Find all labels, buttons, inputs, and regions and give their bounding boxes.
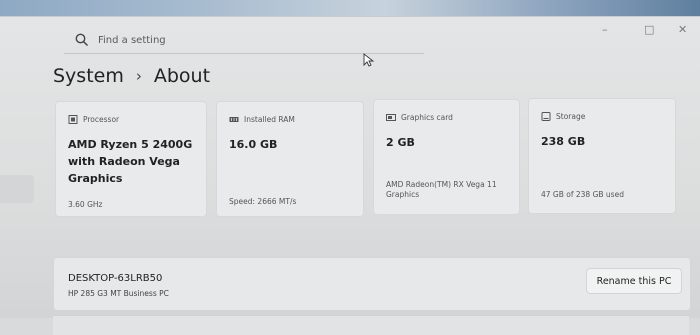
maximize-button[interactable]: □	[644, 23, 654, 36]
search-icon	[75, 33, 89, 47]
close-button[interactable]: ✕	[678, 23, 687, 36]
storage-label: Storage	[556, 112, 586, 121]
graphics-label: Graphics card	[401, 113, 453, 122]
processor-header: Processor	[68, 115, 119, 124]
graphics-value-line: 2 GB	[386, 136, 415, 149]
graphics-card-icon	[386, 114, 396, 121]
device-name-panel: DESKTOP-63LRB50 HP 285 G3 MT Business PC…	[53, 257, 691, 311]
breadcrumb-system[interactable]: System	[53, 65, 124, 87]
navigation-edge	[0, 175, 34, 203]
rename-pc-button[interactable]: Rename this PC	[586, 268, 682, 294]
minimize-button[interactable]: –	[602, 23, 608, 36]
storage-value-line: 238 GB	[541, 135, 586, 148]
storage-card: Storage 238 GB 47 GB of 238 GB used	[528, 98, 676, 214]
settings-window: Find a setting – □ ✕ System › About Proc…	[0, 16, 700, 335]
graphics-card: Graphics card 2 GB AMD Radeon(TM) RX Veg…	[373, 99, 520, 215]
breadcrumb: System › About	[53, 65, 210, 87]
device-model: HP 285 G3 MT Business PC	[68, 289, 169, 298]
graphics-value: 2 GB	[386, 134, 415, 151]
ram-card: Installed RAM 16.0 GB Speed: 2666 MT/s	[216, 101, 364, 217]
storage-header: Storage	[541, 112, 585, 121]
breadcrumb-separator: ›	[135, 67, 142, 85]
processor-value-line: Graphics	[68, 172, 123, 185]
storage-value: 238 GB	[541, 133, 585, 150]
processor-label: Processor	[83, 115, 120, 124]
processor-value: AMD Ryzen 5 2400G with Radeon Vega Graph…	[68, 136, 192, 187]
graphics-name-line: AMD Radeon(TM) RX Vega 11	[386, 180, 497, 189]
processor-value-line: with Radeon Vega	[68, 155, 180, 168]
storage-icon	[541, 112, 551, 121]
graphics-name: AMD Radeon(TM) RX Vega 11 Graphics	[386, 180, 497, 200]
graphics-name-line: Graphics	[386, 190, 420, 199]
page-title: About	[153, 65, 211, 87]
next-section-panel	[53, 315, 689, 335]
storage-usage: 47 GB of 238 GB used	[541, 190, 624, 199]
processor-speed: 3.60 GHz	[68, 200, 103, 209]
processor-icon	[68, 115, 78, 124]
ram-icon	[229, 117, 239, 122]
search-input[interactable]: Find a setting	[98, 35, 166, 46]
search-box[interactable]: Find a setting	[64, 27, 424, 54]
ram-header: Installed RAM	[229, 115, 295, 124]
mouse-cursor-icon	[363, 53, 375, 67]
ram-label: Installed RAM	[244, 115, 295, 124]
processor-card: Processor AMD Ryzen 5 2400G with Radeon …	[55, 101, 207, 217]
ram-value: 16.0 GB	[229, 136, 277, 153]
processor-value-line: AMD Ryzen 5 2400G	[68, 138, 193, 151]
ram-value-line: 16.0 GB	[229, 138, 278, 151]
ram-speed: Speed: 2666 MT/s	[229, 197, 297, 206]
device-name: DESKTOP-63LRB50	[68, 273, 163, 284]
graphics-header: Graphics card	[386, 113, 453, 122]
